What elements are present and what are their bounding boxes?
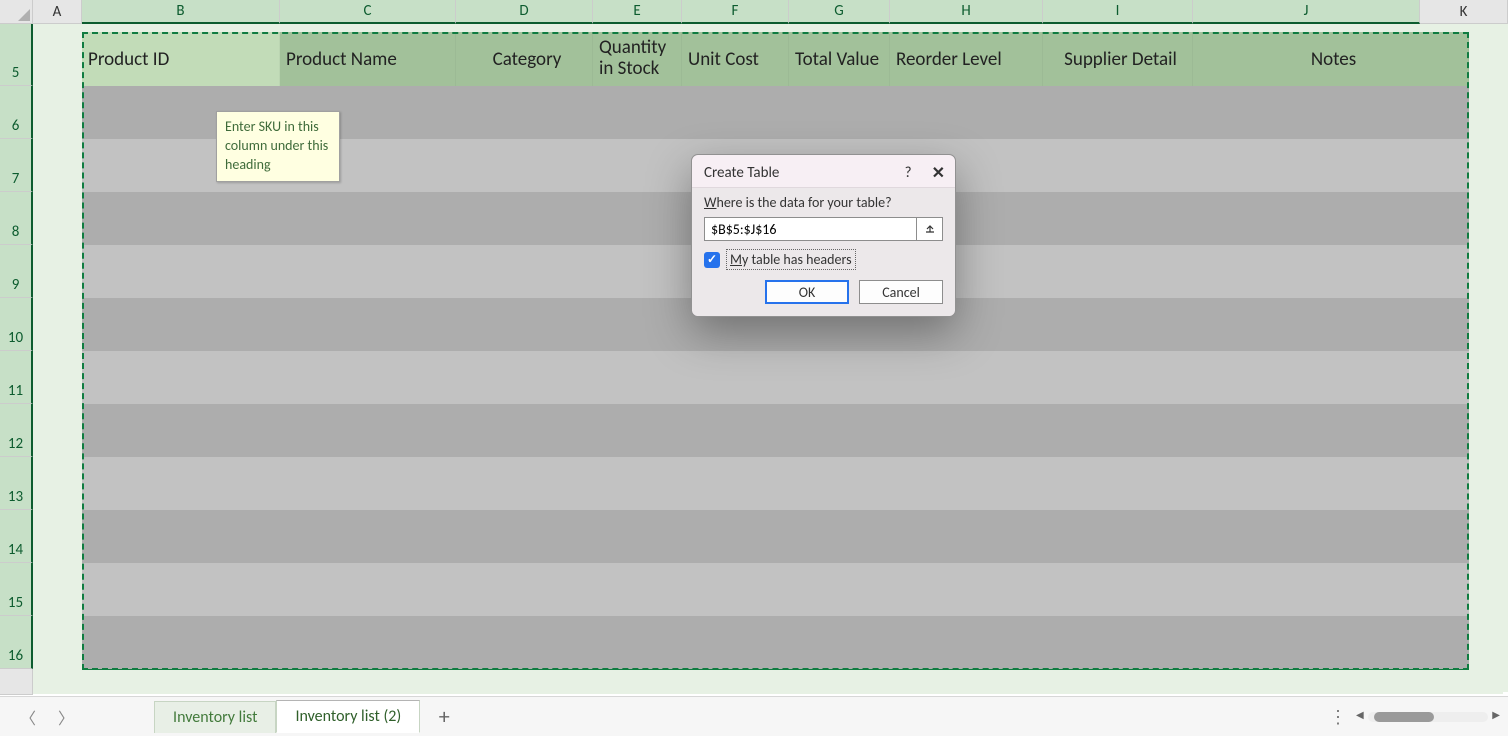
add-sheet-button[interactable]: + — [420, 703, 468, 730]
cancel-button[interactable]: Cancel — [859, 280, 943, 304]
prev-sheet-icon[interactable]: 〈 — [20, 705, 36, 729]
spreadsheet-viewport: ABCDEFGHIJK 5678910111213141516 Product … — [0, 0, 1508, 736]
next-sheet-icon[interactable]: 〉 — [58, 705, 74, 729]
sheet-tab-inventory-list[interactable]: Inventory list — [154, 701, 276, 733]
dialog-title: Create Table — [704, 164, 779, 182]
table-has-headers-checkbox[interactable]: ✓ — [704, 252, 720, 268]
horizontal-scrollbar[interactable] — [1368, 712, 1488, 722]
ok-button[interactable]: OK — [765, 280, 849, 304]
table-has-headers-label[interactable]: My table has headers — [726, 249, 856, 270]
sheet-tabs-bar: 〈 〉 Inventory list Inventory list (2) + … — [0, 696, 1508, 736]
sheet-options-icon[interactable]: ⋮ — [1329, 706, 1348, 728]
dialog-prompt: Where is the data for your table? — [704, 194, 943, 211]
table-range-input[interactable] — [704, 217, 917, 241]
scrollbar-thumb[interactable] — [1374, 712, 1434, 722]
modal-backdrop — [0, 0, 1508, 736]
help-icon[interactable]: ? — [905, 164, 912, 182]
close-icon[interactable]: ✕ — [932, 163, 945, 183]
create-table-dialog: Create Table ? ✕ Where is the data for y… — [691, 154, 956, 317]
collapse-dialog-icon[interactable] — [917, 217, 943, 241]
sheet-tab-inventory-list-2[interactable]: Inventory list (2) — [276, 700, 420, 733]
